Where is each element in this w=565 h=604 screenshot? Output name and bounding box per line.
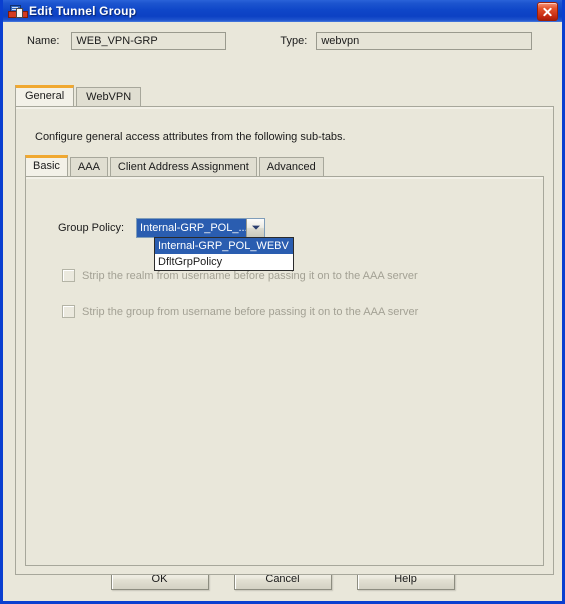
strip-group-label: Strip the group from username before pas… bbox=[82, 305, 419, 318]
strip-group-checkbox[interactable] bbox=[62, 305, 75, 318]
strip-realm-label: Strip the realm from username before pas… bbox=[82, 269, 418, 282]
group-policy-dropdown-list[interactable]: Internal-GRP_POL_WEBV DfltGrpPolicy bbox=[154, 237, 294, 271]
type-label: Type: bbox=[280, 35, 308, 47]
tab-general[interactable]: General bbox=[15, 85, 75, 106]
panel-description: Configure general access attributes from… bbox=[35, 131, 346, 143]
dialog-body: Name: WEB_VPN-GRP Type: webvpn General W… bbox=[3, 22, 562, 601]
dropdown-option-internal-grp-pol-webv[interactable]: Internal-GRP_POL_WEBV bbox=[155, 238, 293, 254]
subtab-aaa[interactable]: AAA bbox=[69, 157, 108, 176]
type-field[interactable]: webvpn bbox=[316, 32, 533, 50]
window-title: Edit Tunnel Group bbox=[29, 4, 137, 18]
edit-tunnel-group-window: Edit Tunnel Group Name: WEB_VPN-GRP Type… bbox=[0, 0, 565, 604]
tab-webvpn[interactable]: WebVPN bbox=[76, 87, 142, 106]
strip-realm-checkbox[interactable] bbox=[62, 269, 75, 282]
group-policy-combobox[interactable]: Internal-GRP_POL_... bbox=[136, 218, 266, 238]
identity-field-row: Name: WEB_VPN-GRP Type: webvpn bbox=[3, 22, 562, 60]
title-bar[interactable]: Edit Tunnel Group bbox=[3, 0, 562, 22]
group-policy-selected-value: Internal-GRP_POL_... bbox=[137, 219, 247, 237]
sub-tab-strip: Basic AAA Client Address Assignment Adva… bbox=[25, 155, 324, 176]
tunnel-group-icon bbox=[8, 4, 28, 19]
basic-subtab-panel: Group Policy: Internal-GRP_POL_... Inter… bbox=[25, 176, 544, 566]
subtab-basic[interactable]: Basic bbox=[25, 155, 68, 176]
general-tab-panel: Configure general access attributes from… bbox=[15, 106, 554, 575]
group-policy-label: Group Policy: bbox=[58, 222, 125, 234]
group-policy-row: Group Policy: Internal-GRP_POL_... bbox=[58, 218, 266, 238]
strip-group-checkbox-row[interactable]: Strip the group from username before pas… bbox=[62, 305, 418, 318]
close-icon[interactable] bbox=[537, 1, 558, 21]
name-label: Name: bbox=[27, 35, 60, 47]
main-tab-strip: General WebVPN bbox=[15, 85, 142, 106]
name-field[interactable]: WEB_VPN-GRP bbox=[71, 32, 227, 50]
dropdown-option-dfltgrppolicy[interactable]: DfltGrpPolicy bbox=[155, 254, 293, 270]
subtab-client-address-assignment[interactable]: Client Address Assignment bbox=[109, 157, 257, 176]
subtab-advanced[interactable]: Advanced bbox=[258, 157, 324, 176]
chevron-down-icon[interactable] bbox=[246, 219, 265, 237]
